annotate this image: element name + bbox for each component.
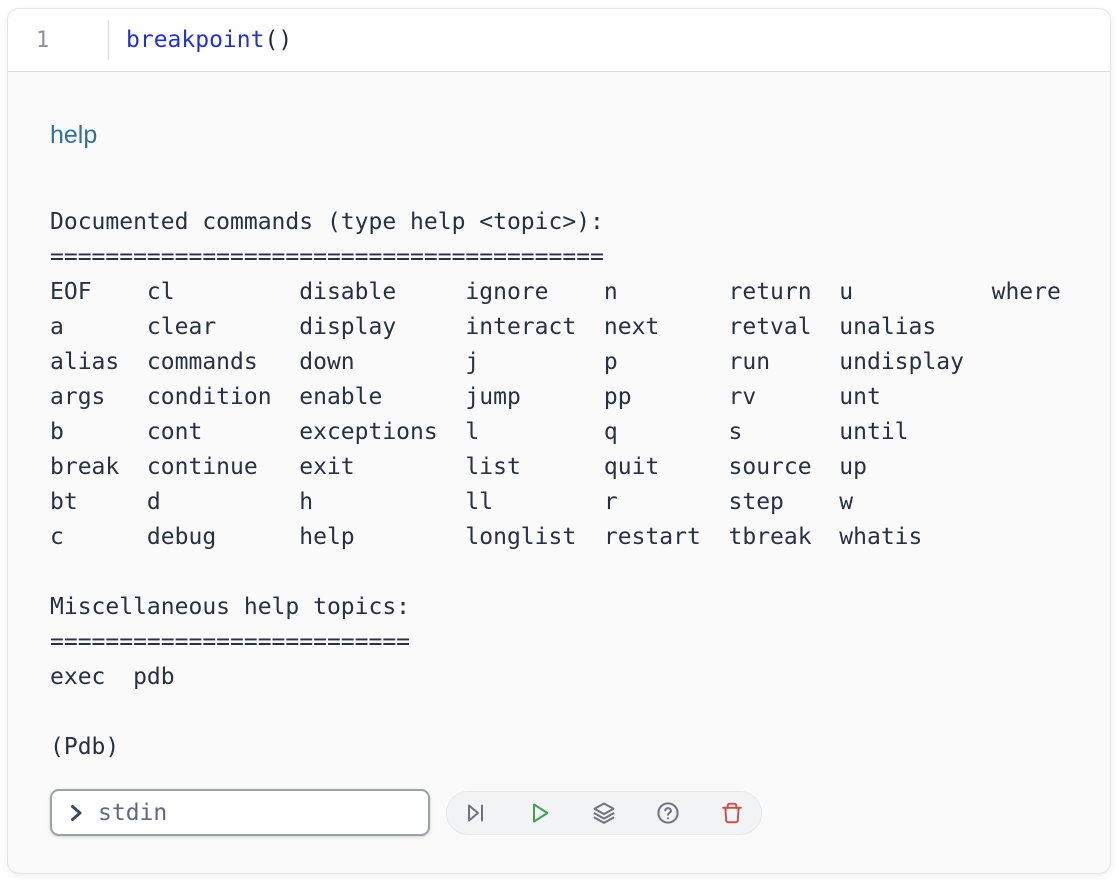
skip-forward-icon [463, 800, 489, 826]
step-forward-button[interactable] [463, 800, 489, 826]
play-icon [527, 800, 553, 826]
console-output: help Documented commands (type help <top… [8, 72, 1110, 874]
stdin-input[interactable] [98, 800, 414, 826]
chevron-right-icon [66, 803, 86, 823]
code-line[interactable]: breakpoint() [109, 9, 292, 71]
help-button[interactable] [655, 800, 681, 826]
code-function-token: breakpoint [126, 27, 264, 53]
command-echo: help [50, 121, 1068, 149]
line-number: 1 [36, 28, 49, 53]
question-circle-icon [655, 800, 681, 826]
code-editor[interactable]: 1 breakpoint() [8, 9, 1110, 72]
layers-icon [591, 800, 617, 826]
stdin-input-container[interactable] [50, 789, 430, 836]
debug-toolbar [446, 791, 762, 835]
clear-output-button[interactable] [719, 800, 745, 826]
code-paren-token: () [264, 27, 292, 53]
trash-icon [719, 800, 745, 826]
stack-view-button[interactable] [591, 800, 617, 826]
run-button[interactable] [527, 800, 553, 826]
editor-gutter: 1 [8, 9, 108, 71]
console-controls [50, 789, 1068, 836]
pdb-output: Documented commands (type help <topic>):… [50, 205, 1068, 765]
debugger-panel: 1 breakpoint() help Documented commands … [7, 8, 1111, 874]
